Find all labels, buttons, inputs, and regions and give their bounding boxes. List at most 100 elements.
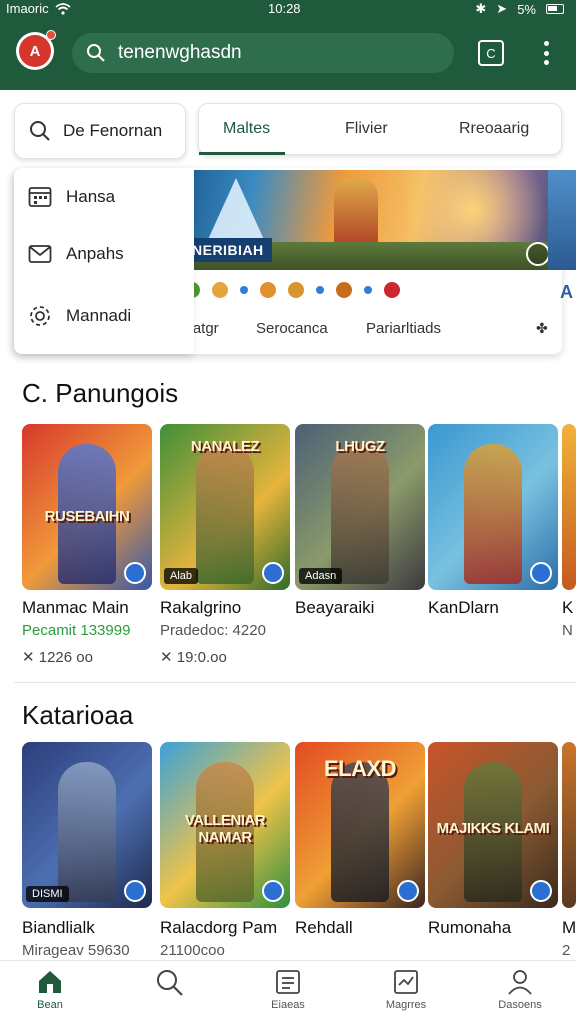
nav-stats[interactable]: Magrres [366, 969, 446, 1011]
horn-icon [260, 282, 276, 298]
game-meta: ✕ 1226 oo [22, 648, 93, 666]
nav-search[interactable] [130, 969, 210, 997]
card-art-title: MAJIKKS KLAMI [436, 820, 550, 837]
game-card-peek[interactable] [562, 742, 576, 908]
card-art-title: ELAXD [323, 756, 397, 781]
battery-percent: 5% [517, 1, 536, 17]
location-icon: ➤ [496, 1, 508, 16]
dot-icon [240, 286, 248, 294]
next-banner-peek[interactable] [548, 170, 576, 270]
card-chip: Alab [164, 568, 199, 584]
next-banner-letter: A [560, 282, 573, 302]
platform-badge-icon [530, 880, 552, 902]
card-chip: Adasn [299, 568, 343, 584]
gear-icon [30, 306, 50, 326]
category-menu: Hansa Anpahs Mannadi [14, 168, 194, 354]
platform-badge-icon [124, 562, 146, 584]
platform-badge-icon [262, 562, 284, 584]
nav-label: Eiaeas [271, 999, 305, 1011]
reaction-row [184, 282, 400, 298]
game-card-art[interactable]: LHUGZ Adasn [295, 424, 425, 590]
platform-badge-icon [262, 880, 284, 902]
active-tab-indicator [199, 152, 285, 155]
horn-icon [212, 282, 228, 298]
search-input[interactable] [118, 42, 418, 64]
dot-icon [364, 286, 372, 294]
section-divider [14, 682, 576, 683]
card-art-title: VALLENIAR NAMAR [184, 812, 266, 846]
menu-label: Anpahs [66, 244, 124, 263]
card-art-title: NANALEZ [190, 438, 260, 455]
game-title[interactable]: M [562, 918, 576, 938]
nav-label: Magrres [385, 999, 427, 1011]
banner-badge-icon [526, 242, 550, 266]
game-title[interactable]: Ralacdorg Pam [160, 918, 277, 938]
game-card-art[interactable]: DISMI [22, 742, 152, 908]
game-card-art[interactable]: RUSEBAIHN [22, 424, 152, 590]
download-icon: ✕ [160, 649, 177, 666]
banner-link-serocanca[interactable]: Serocanca [256, 320, 328, 337]
clock: 10:28 [268, 1, 301, 16]
game-subtitle: N [562, 622, 573, 639]
game-card-art[interactable]: NANALEZ Alab [160, 424, 290, 590]
nav-lists[interactable]: Eiaeas [248, 969, 328, 1011]
game-subtitle: 21100coo [160, 942, 225, 959]
search-bar[interactable] [72, 33, 454, 73]
overflow-menu-icon[interactable] [536, 38, 556, 68]
app-header: Imaoric 10:28 ✱ ➤ 5% A C [0, 0, 576, 90]
section-title: Katarioaa [22, 700, 134, 730]
menu-item-mannadi[interactable]: Mannadi [28, 304, 131, 328]
download-icon: ✕ [22, 649, 39, 666]
search-icon [157, 970, 183, 996]
mail-icon [28, 245, 52, 263]
app-logo[interactable]: A [16, 30, 56, 70]
platform-badge-icon [530, 562, 552, 584]
tab-switcher-button[interactable]: C [478, 40, 504, 66]
game-title[interactable]: Biandlialk [22, 918, 95, 938]
home-icon [39, 971, 61, 993]
nav-profile[interactable]: Dasoens [480, 969, 560, 1011]
nav-label: Bean [37, 999, 63, 1011]
game-title[interactable]: KanDlarn [428, 598, 499, 618]
platform-badge-icon [397, 880, 419, 902]
game-card-art[interactable]: MAJIKKS KLAMI [428, 742, 558, 908]
game-card-art[interactable]: VALLENIAR NAMAR [160, 742, 290, 908]
game-meta-value: 1226 oo [38, 649, 93, 666]
game-card-peek[interactable] [562, 424, 576, 590]
ruby-icon [384, 282, 400, 298]
game-title[interactable]: Manmac Main [22, 598, 129, 618]
card-chip: DISMI [26, 886, 69, 902]
nav-label: Dasoens [498, 999, 542, 1011]
banner-artwork: NERIBIAH [184, 170, 562, 270]
tab-flivier[interactable]: Flivier [345, 120, 388, 138]
expand-icon[interactable]: ✤ [536, 320, 548, 337]
wifi-icon [55, 2, 71, 15]
game-subtitle: Pecamit 133999 [22, 622, 131, 639]
tab-maltes[interactable]: Maltes [223, 120, 270, 138]
game-subtitle: 2 [562, 942, 571, 959]
game-card-art[interactable] [428, 424, 558, 590]
game-title[interactable]: K [562, 598, 573, 618]
bottom-navigation: Bean Eiaeas Magrres Dasoens [0, 960, 576, 1024]
profile-icon [508, 970, 532, 995]
game-meta: ✕ 19:0.oo [160, 648, 227, 666]
banner-link-pariarltiads[interactable]: Pariarltiads [366, 320, 441, 337]
nav-home[interactable]: Bean [10, 969, 90, 1011]
notification-dot [46, 30, 56, 40]
game-title[interactable]: Beayaraiki [295, 598, 374, 618]
logo-mark: A [19, 35, 51, 67]
game-title[interactable]: Rakalgrino [160, 598, 241, 618]
tab-rreoaarig[interactable]: Rreoaarig [459, 120, 529, 138]
filter-search-box[interactable]: De Fenornan [14, 103, 186, 159]
game-card-art[interactable]: ELAXD [295, 742, 425, 908]
status-bar: Imaoric 10:28 ✱ ➤ 5% [0, 0, 576, 18]
game-title[interactable]: Rumonaha [428, 918, 511, 938]
platform-badge-icon [124, 880, 146, 902]
game-subtitle: Pradedoc: 4220 [160, 622, 266, 639]
game-title[interactable]: Rehdall [295, 918, 353, 938]
menu-item-anpahs[interactable]: Anpahs [28, 244, 124, 264]
search-icon [30, 121, 50, 141]
menu-item-hansa[interactable]: Hansa [28, 186, 115, 208]
battery-icon [546, 4, 564, 14]
carrier-label: Imaoric [6, 1, 49, 16]
